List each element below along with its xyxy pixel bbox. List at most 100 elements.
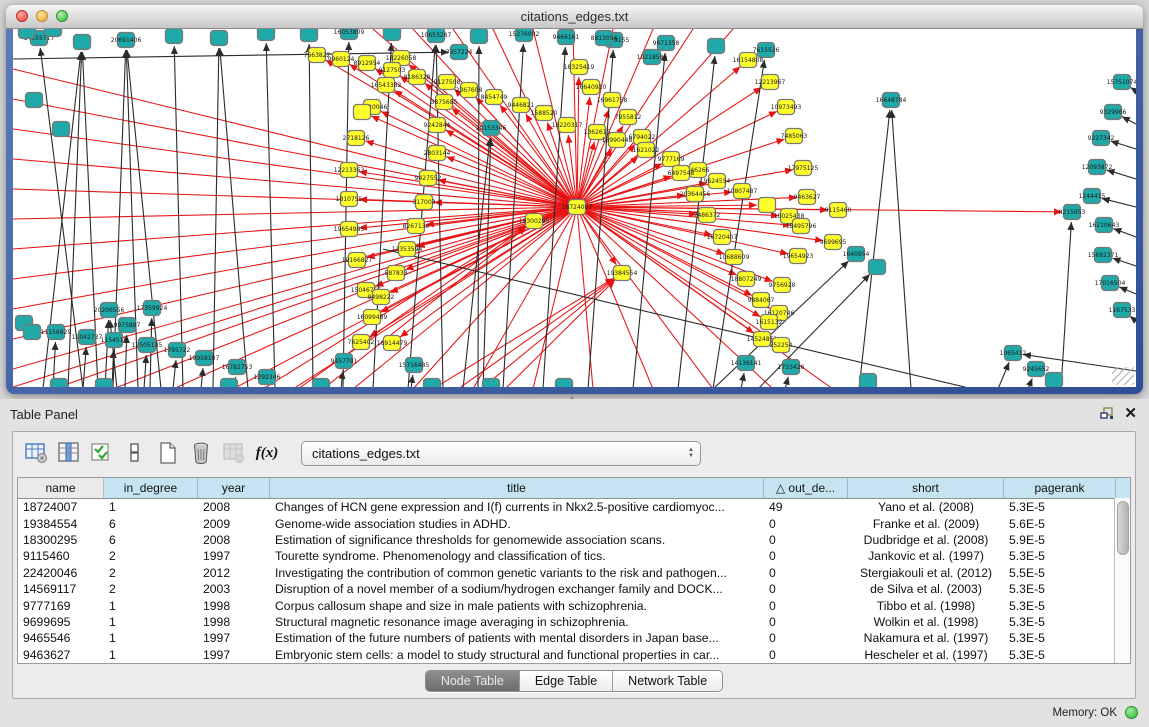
graph-node-label: 9777169 xyxy=(658,156,685,163)
network-canvas[interactable]: 1405571720691406160538091065328715276002… xyxy=(13,29,1136,387)
table-row[interactable]: 946554611997Estimation of the future num… xyxy=(18,630,1130,646)
select-visible-columns-icon[interactable] xyxy=(89,440,115,466)
table-row[interactable]: 2242004622012Investigating the contribut… xyxy=(18,565,1130,581)
graph-node[interactable] xyxy=(258,29,275,41)
table-cell: 1997 xyxy=(198,648,270,662)
graph-node[interactable] xyxy=(301,29,318,42)
canvas-resize-grip[interactable] xyxy=(1112,367,1134,385)
delete-table-icon[interactable] xyxy=(188,440,214,466)
table-panel-body: f(x) citations_edges.txt ▲▼ namein_degre… xyxy=(12,431,1136,699)
graph-node[interactable] xyxy=(26,93,43,108)
graph-node-label: 12042737 xyxy=(72,334,103,341)
table-cell: 9463627 xyxy=(18,648,104,662)
table-cell: 2003 xyxy=(198,582,270,596)
graph-node[interactable] xyxy=(860,374,877,388)
graph-node-label: 1065412 xyxy=(1000,350,1027,357)
row-options-icon[interactable] xyxy=(122,440,148,466)
table-cell: 18300295 xyxy=(18,533,104,547)
table-row[interactable]: 1872400712008Changes of HCN gene express… xyxy=(18,499,1130,515)
table-cell: Franke et al. (2009) xyxy=(848,517,1004,531)
table-cell: Dudbridge et al. (2008) xyxy=(848,533,1004,547)
graph-node[interactable] xyxy=(221,379,238,388)
column-header-year[interactable]: year xyxy=(198,478,270,498)
table-settings-icon[interactable] xyxy=(23,440,49,466)
graph-node[interactable] xyxy=(19,29,36,39)
zoom-window-button[interactable] xyxy=(56,10,68,22)
table-cell: 0 xyxy=(764,599,848,613)
graph-node-label: 15751074 xyxy=(1107,79,1136,86)
tab-node-table[interactable]: Node Table xyxy=(426,671,520,691)
column-header-short[interactable]: short xyxy=(848,478,1004,498)
graph-node[interactable] xyxy=(556,379,573,388)
graph-node-label: 10973493 xyxy=(771,104,802,111)
graph-node-label: 7357224 xyxy=(446,49,473,56)
network-window-titlebar[interactable]: citations_edges.txt xyxy=(6,5,1143,29)
table-cell: 5.3E-5 xyxy=(1004,599,1116,613)
graph-node[interactable] xyxy=(53,122,70,137)
graph-node-label: 1733426 xyxy=(778,364,805,371)
graph-node-label: 1621022 xyxy=(633,147,660,154)
column-header-pagerank[interactable]: pagerank xyxy=(1004,478,1116,498)
column-header-title[interactable]: title xyxy=(270,478,764,498)
column-header-name[interactable]: name xyxy=(18,478,104,498)
graph-node[interactable] xyxy=(483,379,500,388)
table-cell: 2 xyxy=(104,566,198,580)
graph-node-label: 9115460 xyxy=(825,207,852,214)
function-builder-icon[interactable]: f(x) xyxy=(254,440,280,466)
graph-node-label: 18325419 xyxy=(564,64,595,71)
table-cell: 5.3E-5 xyxy=(1004,549,1116,563)
table-row[interactable]: 1456911722003Disruption of a novel membe… xyxy=(18,581,1130,597)
graph-node-label: 11156829 xyxy=(41,329,72,336)
graph-node[interactable] xyxy=(51,379,68,388)
scrollbar-thumb[interactable] xyxy=(1117,501,1129,555)
graph-node[interactable] xyxy=(166,29,183,44)
table-vertical-scrollbar[interactable] xyxy=(1114,498,1130,663)
table-row[interactable]: 969969511998Structural magnetic resonanc… xyxy=(18,614,1130,630)
graph-node[interactable] xyxy=(1046,373,1063,388)
table-row[interactable]: 1938455462009Genome-wide association stu… xyxy=(18,515,1130,531)
new-table-icon[interactable] xyxy=(155,440,181,466)
insert-column-icon[interactable] xyxy=(56,440,82,466)
status-bar: Memory: OK xyxy=(0,700,1149,727)
graph-node[interactable] xyxy=(708,39,725,54)
table-selector-dropdown[interactable]: citations_edges.txt ▲▼ xyxy=(301,441,701,466)
column-header-in_degree[interactable]: in_degree xyxy=(104,478,198,498)
table-cell: 6 xyxy=(104,533,198,547)
tab-network-table[interactable]: Network Table xyxy=(613,671,722,691)
graph-node-label: 7486372 xyxy=(694,212,721,219)
graph-node-label: 317003 xyxy=(413,199,436,206)
graph-node-label: 18495796 xyxy=(786,223,817,230)
graph-node-label: 19654985 xyxy=(334,226,365,233)
graph-node[interactable] xyxy=(869,260,886,275)
table-row[interactable]: 1830029562008Estimation of significance … xyxy=(18,532,1130,548)
graph-node-label: 9227342 xyxy=(1088,135,1115,142)
graph-node[interactable] xyxy=(313,379,330,388)
minimize-window-button[interactable] xyxy=(36,10,48,22)
graph-node[interactable] xyxy=(384,29,401,41)
column-header-out_degree[interactable]: △ out_de... xyxy=(764,478,848,498)
graph-node-label: 8215953 xyxy=(1059,209,1086,216)
graph-node[interactable] xyxy=(74,35,91,50)
table-row[interactable]: 977716911998Corpus callosum shape and si… xyxy=(18,597,1130,613)
graph-node[interactable] xyxy=(354,105,371,120)
float-panel-icon[interactable] xyxy=(1100,407,1115,420)
graph-node[interactable] xyxy=(424,379,441,388)
table-row[interactable]: 946362711997Embryonic stem cells: a mode… xyxy=(18,647,1130,663)
graph-node[interactable] xyxy=(45,29,62,37)
tab-edge-table[interactable]: Edge Table xyxy=(520,671,613,691)
citation-network-graph[interactable]: 1405571720691406160538091065328715276002… xyxy=(13,29,1136,387)
graph-node-label: 10653287 xyxy=(421,32,452,39)
close-panel-icon[interactable]: ✕ xyxy=(1124,404,1137,422)
graph-node-label: 18220317 xyxy=(552,122,583,129)
graph-node[interactable] xyxy=(24,325,41,340)
graph-node[interactable] xyxy=(759,198,776,213)
table-cell: 49 xyxy=(764,500,848,514)
close-window-button[interactable] xyxy=(16,10,28,22)
table-cell: Corpus callosum shape and size in male p… xyxy=(270,599,764,613)
table-cell: Tourette syndrome. Phenomenology and cla… xyxy=(270,549,764,563)
table-cell: Jankovic et al. (1997) xyxy=(848,549,1004,563)
table-row[interactable]: 911546021997Tourette syndrome. Phenomeno… xyxy=(18,548,1130,564)
graph-node[interactable] xyxy=(211,31,228,46)
graph-node[interactable] xyxy=(471,29,488,44)
graph-node[interactable] xyxy=(96,379,113,388)
